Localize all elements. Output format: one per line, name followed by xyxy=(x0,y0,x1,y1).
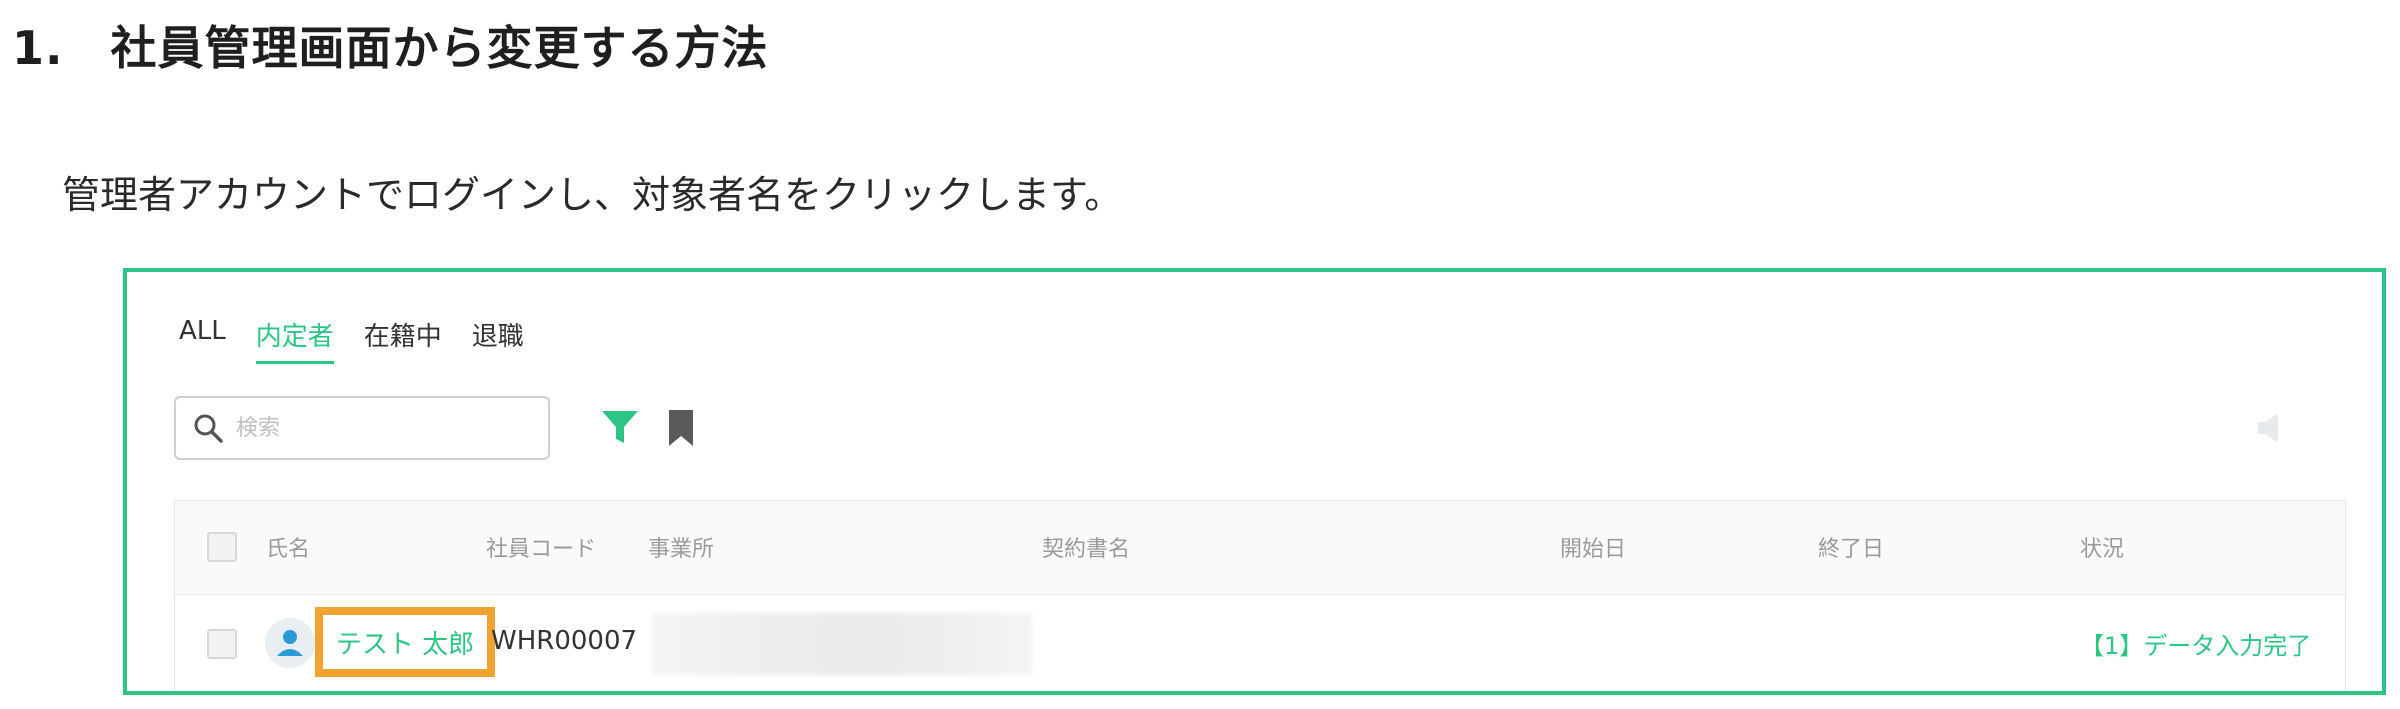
column-header-start-date: 開始日 xyxy=(1560,537,1627,562)
status-tabs: ALL 内定者 在籍中 退職 xyxy=(179,316,524,364)
select-all-checkbox[interactable] xyxy=(207,532,237,562)
employee-code: WHR00007 xyxy=(491,626,638,656)
tab-all[interactable]: ALL xyxy=(179,316,226,364)
tab-retired[interactable]: 退職 xyxy=(472,316,524,364)
column-header-end-date: 終了日 xyxy=(1818,537,1885,562)
employee-table: 氏名 社員コード 事業所 契約書名 開始日 終了日 状況 テスト 太郎 WHR0… xyxy=(174,500,2346,691)
instruction-text: 管理者アカウントでログインし、対象者名をクリックします。 xyxy=(62,173,1123,217)
column-header-status: 状況 xyxy=(2080,537,2125,562)
tab-offered[interactable]: 内定者 xyxy=(255,316,334,364)
column-header-office: 事業所 xyxy=(648,537,715,562)
column-header-code: 社員コード xyxy=(486,537,597,562)
filter-icon[interactable] xyxy=(600,409,640,447)
search-input[interactable] xyxy=(236,415,536,441)
tab-employed[interactable]: 在籍中 xyxy=(364,316,442,364)
search-icon xyxy=(194,414,223,443)
column-header-contract: 契約書名 xyxy=(1042,537,1131,562)
table-row[interactable]: テスト 太郎 WHR00007 【1】データ入力完了 xyxy=(175,596,2345,691)
page-title: 1. 社員管理画面から変更する方法 xyxy=(12,21,769,75)
row-checkbox[interactable] xyxy=(207,629,237,659)
avatar xyxy=(265,618,315,668)
redacted-office xyxy=(652,613,1032,675)
search-box[interactable] xyxy=(174,396,550,460)
employee-name-link[interactable]: テスト 太郎 xyxy=(315,607,495,677)
user-icon xyxy=(277,630,303,656)
status-link[interactable]: 【1】データ入力完了 xyxy=(2080,626,2311,661)
column-header-name: 氏名 xyxy=(266,537,311,562)
table-header: 氏名 社員コード 事業所 契約書名 開始日 終了日 状況 xyxy=(175,501,2345,595)
app-screenshot-frame: ALL 内定者 在籍中 退職 氏名 社員コード 事業所 契約書名 開始日 終了日… xyxy=(123,268,2386,695)
bookmark-icon[interactable] xyxy=(667,408,695,448)
speaker-icon[interactable] xyxy=(2252,409,2292,447)
